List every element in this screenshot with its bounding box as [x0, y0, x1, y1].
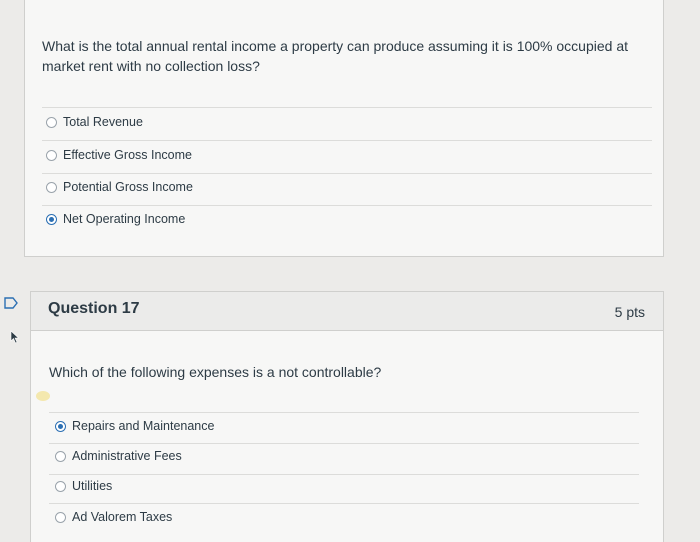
radio-button-icon[interactable] [46, 149, 57, 161]
answer-label: Utilities [72, 479, 113, 493]
answer-effective-gross-income[interactable]: Effective Gross Income [46, 148, 192, 162]
question-16-card: What is the total annual rental income a… [24, 0, 664, 257]
answer-net-operating-income[interactable]: Net Operating Income [46, 212, 185, 226]
answer-administrative-fees[interactable]: Administrative Fees [55, 449, 182, 463]
answer-divider [42, 140, 652, 141]
question-17-card: Question 17 5 pts Which of the following… [30, 291, 664, 542]
answer-divider [49, 443, 639, 444]
answer-divider [49, 474, 639, 475]
answer-divider [42, 107, 652, 108]
mouse-cursor-icon [10, 330, 20, 344]
answer-divider [49, 412, 639, 413]
answer-potential-gross-income[interactable]: Potential Gross Income [46, 180, 193, 194]
radio-button-icon[interactable] [55, 511, 66, 523]
answer-label: Administrative Fees [72, 449, 182, 463]
answer-ad-valorem-taxes[interactable]: Ad Valorem Taxes [55, 510, 172, 524]
answer-total-revenue[interactable]: Total Revenue [46, 115, 143, 129]
question-header: Question 17 5 pts [31, 292, 663, 331]
answer-divider [42, 205, 652, 206]
flag-question-icon[interactable] [4, 297, 18, 309]
radio-button-selected-icon[interactable] [55, 420, 66, 432]
answer-label: Repairs and Maintenance [72, 419, 215, 433]
radio-button-icon[interactable] [55, 450, 66, 462]
question-16-text: What is the total annual rental income a… [42, 38, 628, 74]
answer-label: Ad Valorem Taxes [72, 510, 173, 524]
answer-label: Total Revenue [63, 115, 143, 129]
question-title: Question 17 [48, 300, 140, 317]
answer-label: Effective Gross Income [63, 148, 192, 162]
question-17-text: Which of the following expenses is a not… [49, 364, 382, 380]
answer-repairs-and-maintenance[interactable]: Repairs and Maintenance [55, 419, 214, 433]
radio-button-icon[interactable] [55, 480, 66, 492]
answer-utilities[interactable]: Utilities [55, 479, 112, 493]
highlight-glow [36, 391, 50, 401]
answer-divider [49, 503, 639, 504]
question-points: 5 pts [614, 304, 645, 320]
radio-button-selected-icon[interactable] [46, 213, 57, 225]
radio-button-icon[interactable] [46, 116, 57, 128]
answer-divider [42, 173, 652, 174]
answer-label: Net Operating Income [63, 212, 186, 226]
radio-button-icon[interactable] [46, 181, 57, 193]
answer-label: Potential Gross Income [63, 180, 193, 194]
